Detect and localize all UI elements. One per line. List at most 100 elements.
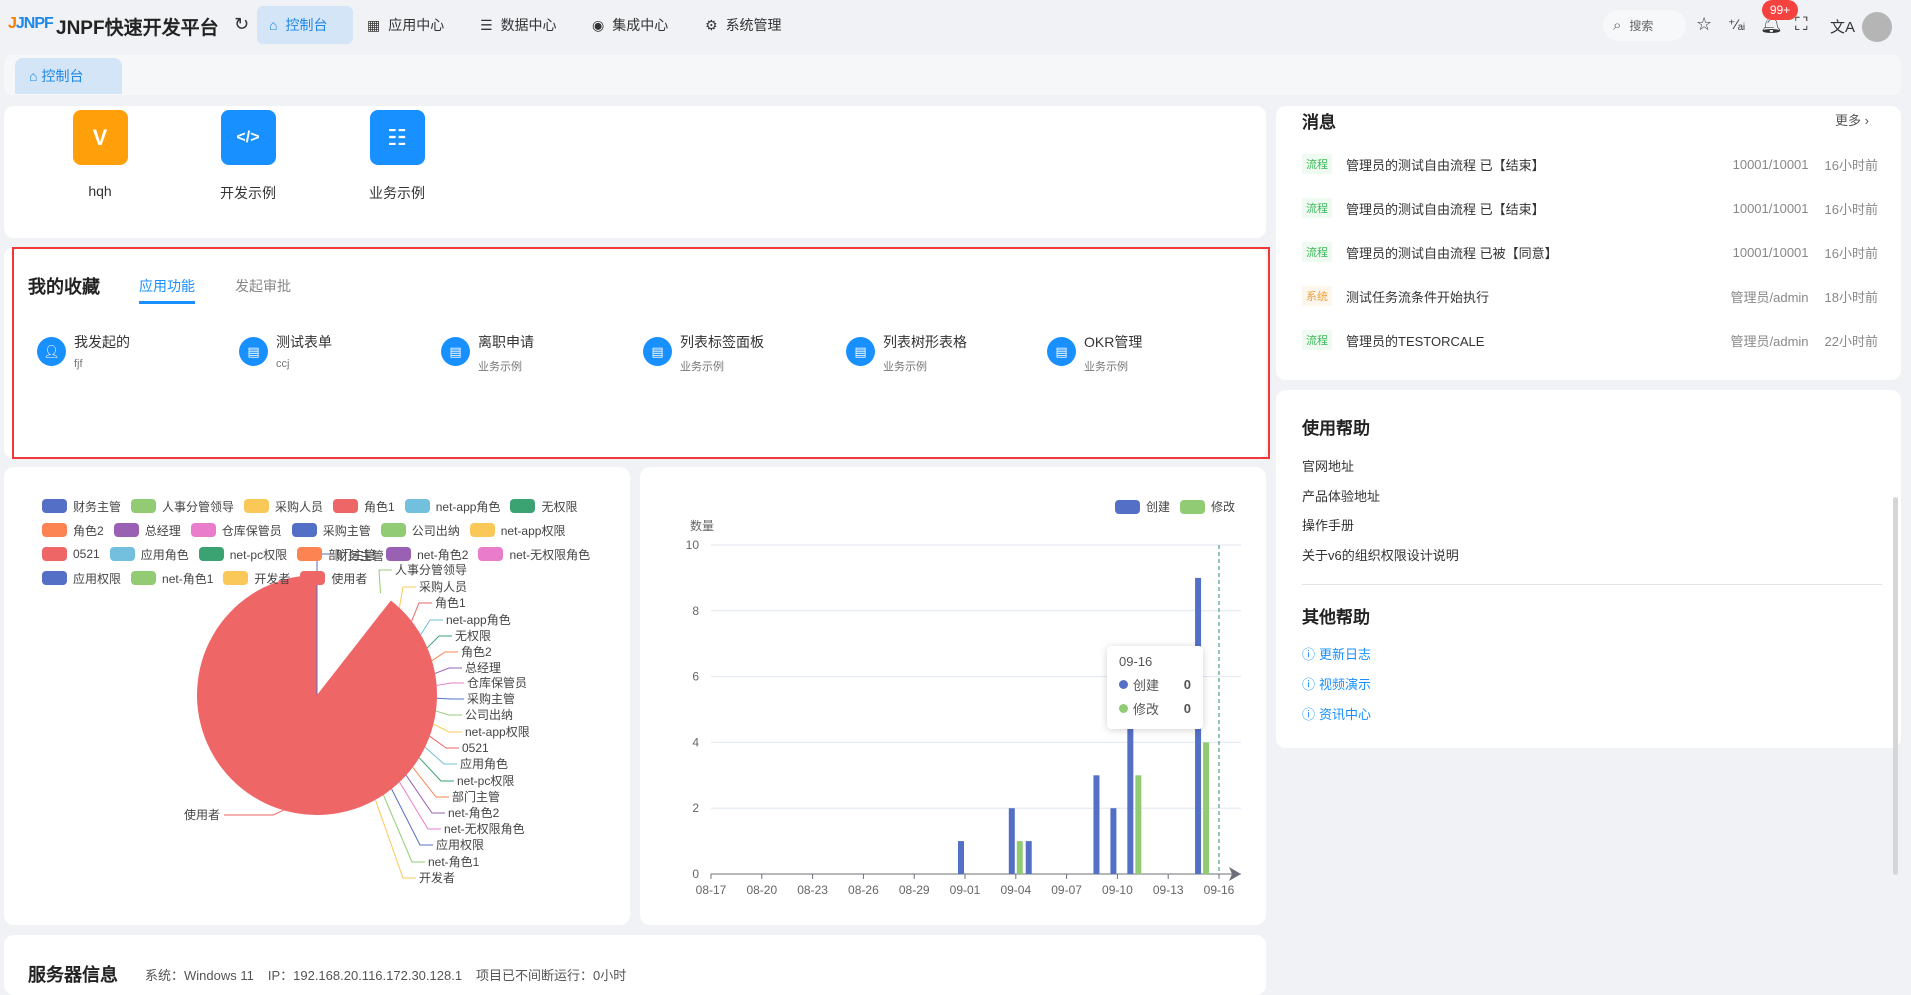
message-item[interactable]: 流程 管理员的测试自由流程 已【结束】 10001/10001 16小时前 <box>1302 196 1878 220</box>
favorite-item[interactable]: ▤ 离职申请 业务示例 <box>441 332 534 374</box>
favorite-item[interactable]: 👤︎ 我发起的 fjf <box>37 332 130 370</box>
legend-item[interactable]: 仓库保管员 <box>190 521 282 539</box>
message-item[interactable]: 系统 测试任务流条件开始执行 管理员/admin 18小时前 <box>1302 284 1878 308</box>
message-item[interactable]: 流程 管理员的测试自由流程 已被【同意】 10001/10001 16小时前 <box>1302 240 1878 264</box>
help-link[interactable]: 官网地址 <box>1302 456 1354 475</box>
favorite-item[interactable]: ▤ OKR管理 业务示例 <box>1047 332 1142 374</box>
app-dev-examples[interactable]: </> 开发示例 <box>198 110 298 203</box>
bar-modify[interactable] <box>1203 742 1210 874</box>
tab-app-functions[interactable]: 应用功能 <box>139 276 195 304</box>
legend-item[interactable]: 应用角色 <box>109 545 189 563</box>
favorite-item[interactable]: ▤ 列表树形表格 业务示例 <box>846 332 967 374</box>
legend-item[interactable]: 开发者 <box>223 569 290 587</box>
legend-item-create[interactable]: 创建 <box>1115 498 1170 515</box>
y-tick-label: 2 <box>692 801 699 815</box>
message-tag: 流程 <box>1302 242 1332 262</box>
tab-dashboard[interactable]: ⌂ 控制台 <box>15 58 122 94</box>
legend-label: 人事分管领导 <box>162 499 235 514</box>
legend-item[interactable]: 应用权限 <box>42 569 121 587</box>
legend-item[interactable]: net-app权限 <box>469 521 565 539</box>
pie-label: net-pc权限 <box>457 774 514 788</box>
x-tick-label: 09-04 <box>1000 883 1031 897</box>
search-input[interactable]: ⌕ 搜索 <box>1603 10 1686 41</box>
other-help-link[interactable]: ⓘ 视频演示 <box>1302 674 1371 693</box>
legend-item[interactable]: net-app角色 <box>404 497 500 515</box>
legend-swatch <box>386 547 412 561</box>
app-hqh[interactable]: Vhqh <box>50 110 150 199</box>
bar-create[interactable] <box>1093 775 1100 874</box>
other-help-link[interactable]: ⓘ 更新日志 <box>1302 644 1371 663</box>
bar-create[interactable] <box>958 841 964 874</box>
tooltip: 09-16 创建 0 修改 0 <box>1107 646 1203 729</box>
legend-item[interactable]: net-角色1 <box>131 569 213 587</box>
tab-start-approval[interactable]: 发起审批 <box>235 276 291 296</box>
bar-create[interactable] <box>1127 709 1134 875</box>
help-link[interactable]: 关于v6的组织权限设计说明 <box>1302 545 1459 564</box>
x-tick-label: 09-13 <box>1153 883 1184 897</box>
bar-create[interactable] <box>1110 808 1117 874</box>
nav-system-management[interactable]: ⚙ 系统管理 <box>693 6 794 44</box>
leader-line <box>398 586 416 608</box>
bar-create[interactable] <box>1008 808 1015 874</box>
other-help-link[interactable]: ⓘ 资讯中心 <box>1302 704 1371 723</box>
link-label: 更新日志 <box>1319 647 1372 662</box>
legend-label: net-无权限角色 <box>509 547 591 562</box>
ai-icon[interactable]: ⁺∕ₐᵢ <box>1728 16 1745 33</box>
leader-line <box>411 602 432 622</box>
star-icon[interactable]: ☆ <box>1696 14 1712 35</box>
legend-item[interactable]: 人事分管领导 <box>131 497 234 515</box>
nav-dashboard[interactable]: ⌂ 控制台 <box>257 6 353 44</box>
legend-item[interactable]: 采购主管 <box>291 521 371 539</box>
pie-label: 开发者 <box>419 870 455 885</box>
favorite-item[interactable]: ▤ 列表标签面板 业务示例 <box>643 332 764 374</box>
legend-item[interactable]: 角色1 <box>333 497 395 515</box>
pie-label: 公司出纳 <box>465 708 513 722</box>
leader-line <box>405 775 445 814</box>
translate-icon[interactable]: 文A <box>1830 16 1855 37</box>
legend-item[interactable]: net-角色2 <box>386 545 468 563</box>
server-uptime: 项目已不间断运行：0小时 <box>476 968 627 983</box>
legend-swatch <box>113 523 139 537</box>
legend-item[interactable]: 部门主管 <box>297 545 376 563</box>
scrollbar[interactable] <box>1893 497 1898 875</box>
form-icon: ▤ <box>441 337 470 366</box>
legend-item[interactable]: net-无权限角色 <box>478 545 590 563</box>
integration-icon: ◉ <box>592 16 605 33</box>
pie-label: 部门主管 <box>452 789 500 804</box>
help-link[interactable]: 操作手册 <box>1302 515 1354 534</box>
app-business-examples[interactable]: ☷ 业务示例 <box>347 110 447 203</box>
legend-item[interactable]: 总经理 <box>113 521 181 539</box>
x-tick-label: 09-16 <box>1204 883 1235 897</box>
search-icon: ⌕ <box>1613 17 1622 34</box>
nav-label: 应用中心 <box>388 17 445 33</box>
bar-modify[interactable] <box>1135 775 1142 874</box>
message-item[interactable]: 流程 管理员的TESTORCALE 管理员/admin 22小时前 <box>1302 328 1878 352</box>
nav-app-center[interactable]: ▦ 应用中心 <box>355 6 456 44</box>
help-link[interactable]: 产品体验地址 <box>1302 486 1380 505</box>
more-link[interactable]: 更多 › <box>1835 110 1869 129</box>
legend-item[interactable]: 角色2 <box>42 521 104 539</box>
legend-item[interactable]: 公司出纳 <box>380 521 460 539</box>
legend-item-modify[interactable]: 修改 <box>1180 498 1235 515</box>
legend-item[interactable]: 无权限 <box>510 497 577 515</box>
home-icon: ⌂ <box>29 68 38 84</box>
bar-create[interactable] <box>1025 841 1032 874</box>
nav-integration-center[interactable]: ◉ 集成中心 <box>580 6 680 44</box>
legend-item[interactable]: 使用者 <box>300 569 367 587</box>
legend-swatch <box>469 523 495 537</box>
nav-data-center[interactable]: ☰ 数据中心 <box>468 6 569 44</box>
legend-item[interactable]: 0521 <box>42 545 100 563</box>
legend-swatch <box>42 523 67 537</box>
legend-item[interactable]: 财务主管 <box>42 497 121 515</box>
fullscreen-icon[interactable]: ⛶ <box>1795 14 1808 35</box>
leader-line <box>429 735 459 749</box>
bar-modify[interactable] <box>1016 841 1023 874</box>
avatar[interactable] <box>1862 12 1892 42</box>
x-tick-label: 08-20 <box>746 883 777 897</box>
legend-item[interactable]: net-pc权限 <box>198 545 287 563</box>
favorite-item[interactable]: ▤ 测试表单 ccj <box>239 332 332 370</box>
message-item[interactable]: 流程 管理员的测试自由流程 已【结束】 10001/10001 16小时前 <box>1302 152 1878 176</box>
refresh-icon[interactable]: ↻ <box>234 14 249 35</box>
favorite-sub: 业务示例 <box>680 361 724 373</box>
legend-item[interactable]: 采购人员 <box>244 497 323 515</box>
